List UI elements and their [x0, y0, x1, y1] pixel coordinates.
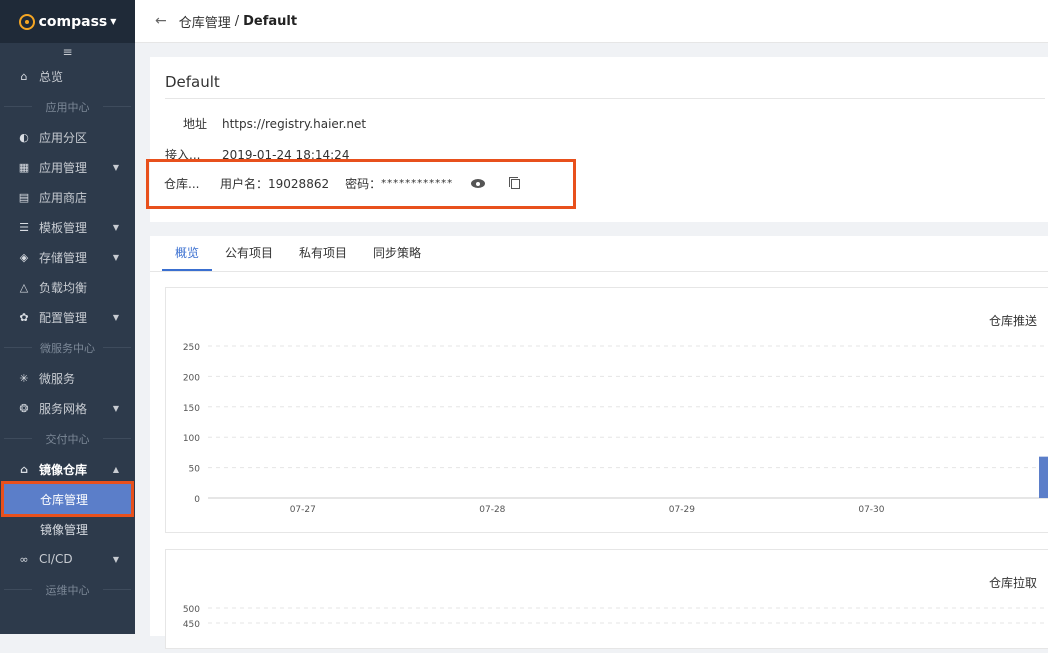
breadcrumb-current: Default	[243, 14, 297, 29]
x-tick-label: 07-28	[479, 505, 505, 515]
chevron-down-icon: ▼	[113, 163, 119, 172]
chevron-down-icon: ▼	[113, 223, 119, 232]
tab-private-projects[interactable]: 私有项目	[286, 235, 360, 271]
push-chart-card: 仓库推送 0 50 100 150 200 250 07-27 07-28 07-29 07-30…	[165, 287, 1048, 533]
pull-chart-title: 仓库拉取	[989, 574, 1037, 591]
sidebar: compass ▼ ≡ ⌂ 总览应用中心 ◐ 应用分区 ▦ 应用管理 ▼ ▤ 应用商店 ☰ 模板管理…	[0, 0, 135, 634]
eye-icon[interactable]	[471, 179, 485, 188]
tab-overview[interactable]: 概览	[162, 235, 212, 271]
x-tick-label: 07-29	[669, 505, 695, 515]
y-tick-label: 500	[183, 605, 200, 615]
username-value: 19028862	[268, 177, 329, 191]
gear-icon: ✿	[18, 311, 30, 324]
y-tick-label: 150	[183, 404, 200, 414]
mesh-icon: ❂	[18, 402, 30, 415]
sidebar-item[interactable]: ◐ 应用分区	[0, 122, 135, 152]
address-link[interactable]: https://registry.haier.net	[222, 117, 366, 131]
credentials-label: 仓库...	[164, 175, 204, 192]
pull-chart-card: 仓库拉取 450 500	[165, 549, 1048, 649]
sidebar-item[interactable]: ∞ CI/CD ▼	[0, 544, 135, 574]
y-tick-label: 450	[183, 620, 200, 630]
address-row: 地址 https://registry.haier.net	[165, 108, 1045, 139]
sidebar-item-label: 总览	[39, 68, 63, 85]
storage-icon: ◈	[18, 251, 30, 264]
sidebar-item-label: 应用管理	[39, 159, 87, 176]
sidebar-item-label: 微服务	[39, 370, 75, 387]
tab-sync-policy[interactable]: 同步策略	[360, 235, 434, 271]
registry-info-panel: Default 地址 https://registry.haier.net 接入…	[150, 57, 1048, 222]
breadcrumb-separator: /	[235, 14, 239, 29]
chevron-down-icon: ▼	[113, 313, 119, 322]
sidebar-item-label: 配置管理	[39, 309, 87, 326]
chevron-down-icon: ▼	[110, 17, 116, 26]
home-icon: ⌂	[18, 70, 30, 83]
sidebar-item-label: 服务网格	[39, 400, 87, 417]
chevron-down-icon: ▼	[113, 253, 119, 262]
sidebar-group-label: 应用中心	[0, 91, 135, 122]
sidebar-item[interactable]: ⌂ 总览	[0, 61, 135, 91]
sidebar-item-label: 模板管理	[39, 219, 87, 236]
x-tick-label: 07-27	[290, 505, 316, 515]
sidebar-subitem[interactable]: 镜像管理	[0, 514, 135, 544]
x-tick-label: 07-30	[858, 505, 884, 515]
sidebar-item-label: 镜像仓库	[39, 461, 87, 478]
bank-icon: ⌂	[18, 463, 30, 476]
credentials-highlight: 仓库... 用户名： 19028862 密码： ************	[146, 159, 576, 209]
registry-tabs-panel: 概览 公有项目 私有项目 同步策略 仓库推送 0 50 100 150 200 250 07…	[150, 236, 1048, 636]
cicd-icon: ∞	[18, 553, 30, 566]
grid-icon: ▦	[18, 161, 30, 174]
chevron-down-icon: ▼	[113, 404, 119, 413]
menu-toggle-icon[interactable]: ≡	[0, 43, 135, 61]
bar	[1039, 457, 1048, 498]
microservice-icon: ✳	[18, 372, 30, 385]
sidebar-item-label: 应用分区	[39, 129, 87, 146]
tab-public-projects[interactable]: 公有项目	[212, 235, 286, 271]
address-label: 地址	[165, 115, 207, 132]
y-tick-label: 0	[194, 495, 200, 505]
sidebar-group-label: 微服务中心	[0, 332, 135, 363]
pull-chart: 450 500	[166, 550, 1048, 650]
sidebar-item[interactable]: ◈ 存储管理 ▼	[0, 242, 135, 272]
copy-icon[interactable]	[511, 179, 520, 189]
sidebar-item[interactable]: ✿ 配置管理 ▼	[0, 302, 135, 332]
pie-icon: ◐	[18, 131, 30, 144]
compass-logo-icon	[19, 14, 35, 30]
sidebar-item[interactable]: ❂ 服务网格 ▼	[0, 393, 135, 423]
y-tick-label: 200	[183, 373, 200, 383]
sidebar-item[interactable]: ☰ 模板管理 ▼	[0, 212, 135, 242]
sidebar-item[interactable]: △ 负载均衡	[0, 272, 135, 302]
push-chart: 05010015020025007-2707-2807-2907-3007-31	[166, 288, 1048, 534]
push-chart-title: 仓库推送	[989, 312, 1037, 329]
sidebar-group-label: 交付中心	[0, 423, 135, 454]
sidebar-item[interactable]: ✳ 微服务	[0, 363, 135, 393]
sidebar-item[interactable]: ▤ 应用商店	[0, 182, 135, 212]
back-arrow-icon[interactable]: ←	[155, 13, 167, 29]
app-name: compass	[39, 14, 108, 30]
password-label: 密码：	[345, 175, 381, 192]
password-value: ************	[381, 178, 453, 189]
y-tick-label: 100	[183, 434, 200, 444]
sidebar-item-label: 存储管理	[39, 249, 87, 266]
sidebar-item[interactable]: ▦ 应用管理 ▼	[0, 152, 135, 182]
y-tick-label: 50	[189, 465, 201, 475]
sidebar-group-label: 运维中心	[0, 574, 135, 605]
username-label: 用户名：	[220, 175, 268, 192]
store-icon: ▤	[18, 191, 30, 204]
app-logo[interactable]: compass ▼	[0, 0, 135, 43]
registry-title: Default	[165, 57, 1045, 99]
sidebar-subitem[interactable]: 仓库管理	[4, 484, 131, 514]
sidebar-item-label: 应用商店	[39, 189, 87, 206]
header: ← 仓库管理 / Default	[135, 0, 1048, 43]
chevron-up-icon: ▲	[113, 465, 119, 474]
chevron-down-icon: ▼	[113, 555, 119, 564]
sidebar-item-label: 负载均衡	[39, 279, 87, 296]
breadcrumb-parent[interactable]: 仓库管理	[179, 12, 231, 31]
tab-bar: 概览 公有项目 私有项目 同步策略	[150, 236, 1048, 272]
sidebar-item[interactable]: ⌂ 镜像仓库 ▲	[0, 454, 135, 484]
sidebar-item-label: CI/CD	[39, 552, 73, 566]
y-tick-label: 250	[183, 343, 200, 353]
template-icon: ☰	[18, 221, 30, 234]
balance-icon: △	[18, 281, 30, 294]
